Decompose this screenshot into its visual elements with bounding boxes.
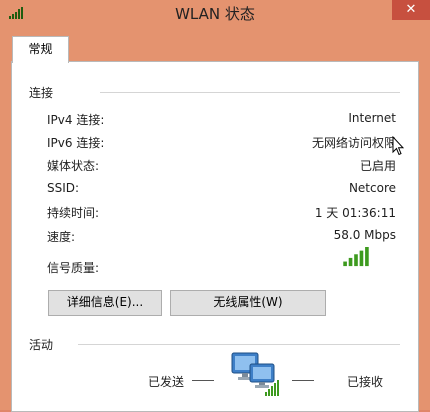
received-label: 已接收 [347, 375, 384, 389]
activity-divider [78, 344, 400, 345]
mouse-cursor-icon [392, 136, 404, 156]
connection-divider [100, 92, 400, 93]
tab-panel-general: 连接 IPv4 连接: Internet IPv6 连接: 无网络访问权限 媒体… [11, 61, 419, 412]
window-title: WLAN 状态 [175, 5, 255, 23]
ipv6-value: 无网络访问权限 [311, 136, 396, 150]
activity-section-title: 活动 [29, 338, 54, 352]
ipv6-label: IPv6 连接: [47, 136, 105, 150]
duration-label: 持续时间: [47, 206, 100, 220]
tab-container: 常规 连接 IPv4 连接: Internet IPv6 连接: 无网络访问权限… [11, 34, 419, 412]
sent-line [192, 380, 214, 381]
ipv4-label: IPv4 连接: [47, 113, 105, 127]
title-bar[interactable]: WLAN 状态 ✕ [0, 0, 430, 26]
network-computers-icon [231, 352, 279, 396]
tab-general[interactable]: 常规 [12, 36, 69, 63]
ipv4-value: Internet [348, 111, 396, 125]
received-line [292, 380, 314, 381]
speed-value: 58.0 Mbps [333, 228, 396, 242]
wlan-status-window: WLAN 状态 ✕ 常规 连接 IPv4 连接: Internet IPv6 连… [0, 0, 430, 412]
media-state-label: 媒体状态: [47, 159, 100, 173]
duration-value: 1 天 01:36:11 [314, 206, 396, 220]
signal-strength-icon [343, 247, 369, 267]
ssid-label: SSID: [47, 181, 80, 195]
media-state-value: 已启用 [359, 159, 396, 173]
speed-label: 速度: [47, 230, 76, 244]
sent-label: 已发送 [148, 375, 185, 389]
wireless-properties-button[interactable]: 无线属性(W) [170, 290, 326, 316]
connection-section-title: 连接 [29, 86, 54, 100]
details-button[interactable]: 详细信息(E)... [48, 290, 162, 316]
signal-quality-label: 信号质量: [47, 261, 100, 275]
close-button[interactable]: ✕ [392, 0, 430, 20]
ssid-value: Netcore [348, 181, 396, 195]
